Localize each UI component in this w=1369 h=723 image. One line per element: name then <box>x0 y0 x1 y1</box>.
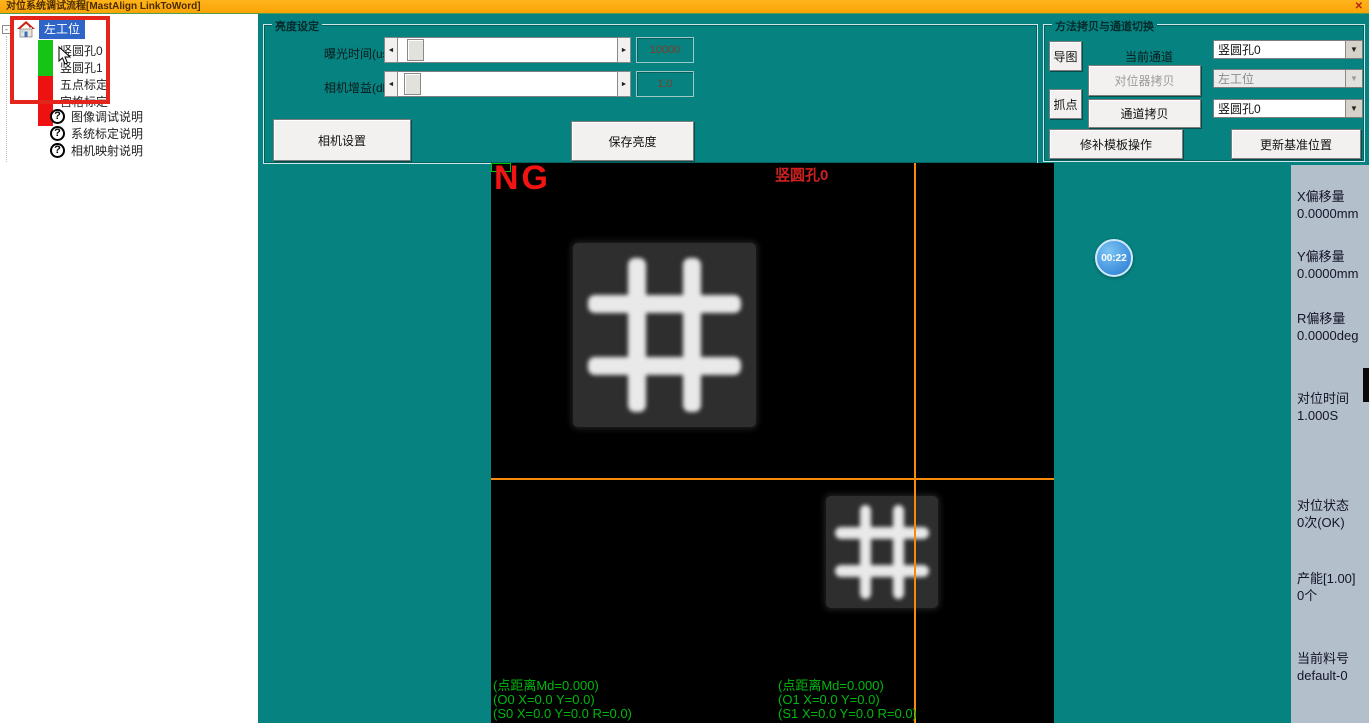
exposure-slider-track[interactable] <box>398 37 617 63</box>
tree-item-station[interactable]: 左工位 <box>39 19 85 39</box>
guide-map-button[interactable]: 导图 <box>1049 41 1082 71</box>
scrollbar-thumb[interactable] <box>1363 368 1369 402</box>
tree-item-camera-mapping-help[interactable]: ? 相机映射说明 <box>50 142 143 159</box>
method-copy-panel: 方法拷贝与通道切换 导图 当前通道 竖圆孔0 ▼ 对位器拷贝 左工位 ▼ 抓点 … <box>1043 24 1365 162</box>
gain-value-box: 1.0 <box>636 71 694 97</box>
station-dropdown[interactable]: 左工位 ▼ <box>1213 69 1363 88</box>
exposure-slider-thumb[interactable] <box>407 39 424 61</box>
tree-item-five-point-calib[interactable]: 五点标定 <box>60 78 108 92</box>
slider-right-arrow[interactable]: ► <box>617 71 631 97</box>
current-channel-dropdown[interactable]: 竖圆孔0 ▼ <box>1213 40 1363 59</box>
title-bar: 对位系统调试流程[MastAlign LinkToWord] ✕ <box>0 0 1369 14</box>
chevron-down-icon[interactable]: ▼ <box>1345 100 1362 117</box>
chevron-down-icon[interactable]: ▼ <box>1345 41 1362 58</box>
crosshair-horizontal-line <box>491 478 1054 480</box>
stat-current-part-number: 当前料号default-0 <box>1297 650 1349 684</box>
stat-throughput: 产能[1.00]0个 <box>1297 570 1356 604</box>
recording-timer-badge[interactable]: 00:22 <box>1095 239 1133 277</box>
tree-item-image-debug-help[interactable]: ? 图像调试说明 <box>50 108 143 125</box>
exposure-time-slider[interactable]: ◄ ► <box>384 37 631 63</box>
camera-view[interactable]: NG 竖圆孔0 (点距离Md=0.000) (O0 X=0.0 Y=0.0) (… <box>491 163 1054 723</box>
exposure-value-box: 10000 <box>636 37 694 63</box>
repair-template-button[interactable]: 修补模板操作 <box>1049 129 1183 159</box>
result-status-text: NG <box>494 159 551 198</box>
measurement-readout-left: (点距离Md=0.000) (O0 X=0.0 Y=0.0) (S0 X=0.0… <box>493 679 632 721</box>
fiducial-mark-upper <box>573 243 756 427</box>
status-bar-green <box>38 40 53 76</box>
grab-point-button[interactable]: 抓点 <box>1049 89 1082 119</box>
alignment-stats-panel: X偏移量0.0000mm Y偏移量0.0000mm R偏移量0.0000deg … <box>1291 165 1369 723</box>
slider-right-arrow[interactable]: ► <box>617 37 631 63</box>
question-icon: ? <box>50 143 65 158</box>
update-base-position-button[interactable]: 更新基准位置 <box>1231 129 1361 159</box>
brightness-settings-panel: 亮度设定 曝光时间(us) ◄ ► 10000 相机增益(db) ◄ ► 1.0… <box>263 24 1038 164</box>
measurement-readout-right: (点距离Md=0.000) (O1 X=0.0 Y=0.0) (S1 X=0.0… <box>778 679 917 721</box>
slider-left-arrow[interactable]: ◄ <box>384 37 398 63</box>
home-icon <box>16 21 36 37</box>
tree-item-system-calib-help[interactable]: ? 系统标定说明 <box>50 125 143 142</box>
tree-expand-toggle[interactable]: - <box>2 25 11 34</box>
gain-slider-thumb[interactable] <box>404 73 421 95</box>
navigation-tree-panel: - 左工位 竖圆孔0 竖圆孔1 五点标定 宫格标定 ? 图像调试说明 ? 系统 <box>0 14 258 723</box>
save-brightness-button[interactable]: 保存亮度 <box>571 121 694 161</box>
camera-gain-label: 相机增益(db) <box>324 79 393 96</box>
brightness-panel-title: 亮度设定 <box>272 18 322 34</box>
exposure-time-label: 曝光时间(us) <box>324 45 393 62</box>
aligner-copy-button[interactable]: 对位器拷贝 <box>1088 65 1201 96</box>
question-icon: ? <box>50 109 65 124</box>
method-panel-title: 方法拷贝与通道切换 <box>1052 18 1157 34</box>
tree-item-hole0[interactable]: 竖圆孔0 <box>60 44 103 58</box>
channel-copy-button[interactable]: 通道拷贝 <box>1088 99 1201 128</box>
close-icon[interactable]: ✕ <box>1355 0 1363 14</box>
gain-slider-track[interactable] <box>398 71 617 97</box>
slider-left-arrow[interactable]: ◄ <box>384 71 398 97</box>
copy-target-channel-dropdown[interactable]: 竖圆孔0 ▼ <box>1213 99 1363 118</box>
camera-settings-button[interactable]: 相机设置 <box>273 119 411 161</box>
fiducial-mark-lower <box>826 496 938 608</box>
stat-x-offset: X偏移量0.0000mm <box>1297 188 1358 222</box>
question-icon: ? <box>50 126 65 141</box>
tree-item-grid-calib[interactable]: 宫格标定 <box>60 95 108 109</box>
view-channel-label: 竖圆孔0 <box>775 164 828 185</box>
window-title: 对位系统调试流程[MastAlign LinkToWord] <box>6 0 201 14</box>
crosshair-vertical-line <box>914 163 916 723</box>
chevron-down-icon[interactable]: ▼ <box>1345 70 1362 87</box>
camera-gain-slider[interactable]: ◄ ► <box>384 71 631 97</box>
current-channel-label: 当前通道 <box>1114 48 1184 65</box>
stat-align-time: 对位时间1.000S <box>1297 390 1349 424</box>
tree-connector-line <box>6 36 7 162</box>
stat-r-offset: R偏移量0.0000deg <box>1297 310 1358 344</box>
application-window: 对位系统调试流程[MastAlign LinkToWord] ✕ - 左工位 竖… <box>0 0 1369 723</box>
tree-item-hole1[interactable]: 竖圆孔1 <box>60 61 103 75</box>
stat-align-status: 对位状态0次(OK) <box>1297 497 1349 531</box>
stat-y-offset: Y偏移量0.0000mm <box>1297 248 1358 282</box>
